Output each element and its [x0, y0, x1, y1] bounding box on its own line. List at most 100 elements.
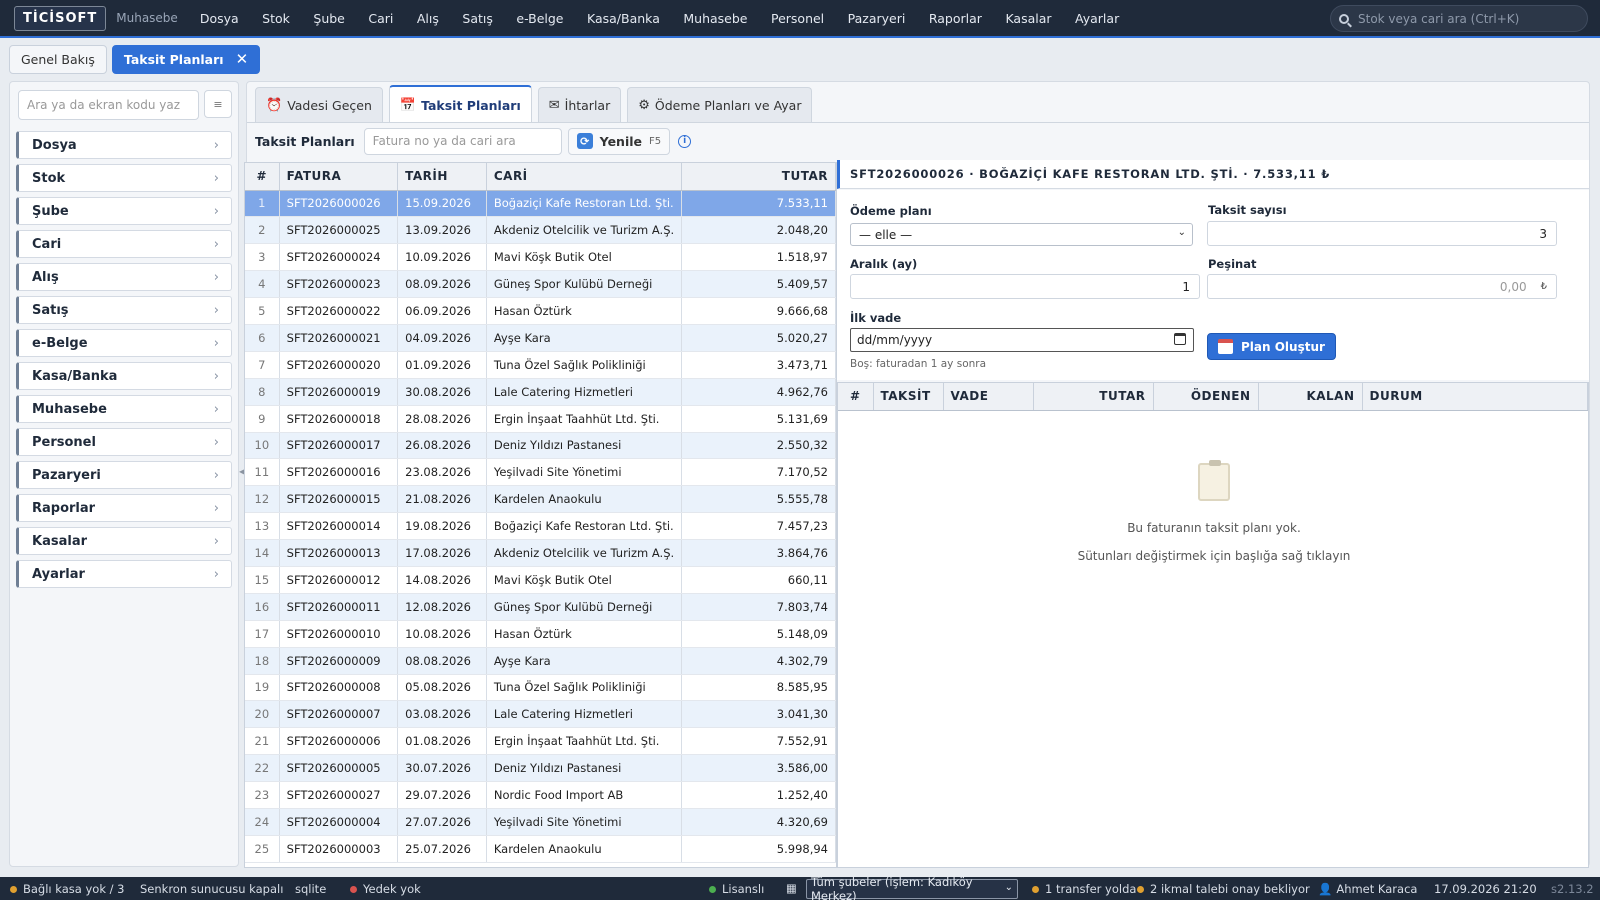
top-menu-stok[interactable]: Stok — [262, 11, 290, 26]
sidebar-item-e-belge[interactable]: e-Belge › — [16, 329, 232, 357]
table-row[interactable]: 14 SFT2026000013 17.08.2026 Akdeniz Otelcil… — [245, 539, 836, 567]
table-row[interactable]: 1 SFT2026000026 15.09.2026 Boğaziçi Kafe Re… — [245, 190, 836, 218]
status-user[interactable]: 👤 Ahmet Karaca — [1318, 882, 1417, 896]
table-row[interactable]: 3 SFT2026000024 10.09.2026 Mavi Köşk Butik … — [245, 243, 836, 272]
sidebar-search-input[interactable]: Ara ya da ekran kodu yaz — [18, 90, 199, 120]
branch-select[interactable]: Tüm şubeler (işlem: Kadıköy Merkez) ⌄ — [806, 875, 1018, 900]
sidebar-item-raporlar[interactable]: Raporlar › — [16, 494, 232, 522]
page-tab-installment-plans[interactable]: Taksit Planları ✕ — [111, 44, 261, 74]
tab-vadesi-gecen[interactable]: ⏰ Vadesi Geçen — [255, 87, 383, 123]
table-row[interactable]: 8 SFT2026000019 30.08.2026 Lale Catering Hi… — [245, 378, 836, 406]
table-row[interactable]: 10 SFT2026000017 26.08.2026 Deniz Yıldızı P… — [245, 432, 836, 460]
table-row[interactable]: 20 SFT2026000007 03.08.2026 Lale Catering H… — [245, 700, 836, 729]
top-menu-e-belge[interactable]: e-Belge — [516, 11, 563, 26]
top-menu-personel[interactable]: Personel — [771, 11, 824, 26]
top-menu-sube[interactable]: Şube — [313, 11, 344, 26]
sidebar-item-muhasebe[interactable]: Muhasebe › — [16, 395, 232, 423]
table-row[interactable]: 16 SFT2026000011 12.08.2026 Güneş Spor Kulü… — [245, 593, 836, 621]
schedule-column-durum[interactable]: DURUM — [1362, 383, 1588, 411]
table-row[interactable]: 2 SFT2026000025 13.09.2026 Akdeniz Otelcili… — [245, 216, 836, 245]
status-datetime-text: 17.09.2026 21:20 — [1434, 882, 1537, 896]
table-row[interactable]: 13 SFT2026000014 19.08.2026 Boğaziçi Kafe R… — [245, 512, 836, 541]
sidebar-item-kasalar[interactable]: Kasalar › — [16, 527, 232, 555]
top-menu-kasa-banka[interactable]: Kasa/Banka — [587, 11, 660, 26]
table-row[interactable]: 24 SFT2026000004 27.07.2026 Yeşilvadi Site … — [245, 808, 836, 836]
schedule-column-tutar[interactable]: TUTAR — [1033, 383, 1154, 411]
down-payment-input[interactable]: 0,00 ₺ — [1207, 274, 1557, 299]
status-transfer[interactable]: 1 transfer yolda — [1032, 882, 1136, 896]
table-row[interactable]: 19 SFT2026000008 05.08.2026 Tuna Özel Sağlı… — [245, 674, 836, 702]
table-row[interactable]: 12 SFT2026000015 21.08.2026 Kardelen Anaoku… — [245, 485, 836, 514]
installment-count-input[interactable]: 3 — [1207, 221, 1557, 246]
sidebar-item-kasa-banka[interactable]: Kasa/Banka › — [16, 362, 232, 390]
table-row[interactable]: 11 SFT2026000016 23.08.2026 Yeşilvadi Site … — [245, 458, 836, 487]
table-row[interactable]: 4 SFT2026000023 08.09.2026 Güneş Spor Kulüb… — [245, 270, 836, 299]
global-search-input[interactable]: Stok veya cari ara (Ctrl+K) — [1330, 5, 1588, 32]
column-header-cari[interactable]: CARİ — [486, 163, 683, 191]
sidebar-item-stok[interactable]: Stok › — [16, 164, 232, 192]
table-row[interactable]: 22 SFT2026000005 30.07.2026 Deniz Yıldızı P… — [245, 754, 836, 783]
sidebar-item-label: Kasalar — [32, 533, 87, 549]
schedule-column-index[interactable]: # — [838, 383, 874, 411]
tab-odeme-planlari-ve-ayar[interactable]: ⚙ Ödeme Planları ve Ayar — [627, 87, 813, 123]
schedule-column-vade[interactable]: VADE — [943, 383, 1034, 411]
refresh-button[interactable]: ⟳ Yenile F5 — [567, 127, 671, 155]
column-header-tutar[interactable]: TUTAR — [681, 163, 836, 191]
top-menu-pazaryeri[interactable]: Pazaryeri — [848, 11, 906, 26]
payment-plan-select[interactable]: — elle — ⌄ — [850, 223, 1193, 246]
table-row[interactable]: 21 SFT2026000006 01.08.2026 Ergin İnşaat Ta… — [245, 727, 836, 756]
menu-toggle-icon[interactable]: ≡ — [204, 90, 232, 118]
top-menu-ayarlar[interactable]: Ayarlar — [1075, 11, 1119, 26]
sidebar-item-dosya[interactable]: Dosya › — [16, 131, 232, 159]
invoice-amount: 5.131,69 — [681, 405, 836, 433]
table-row[interactable]: 7 SFT2026000020 01.09.2026 Tuna Özel Sağlık… — [245, 351, 836, 379]
status-supply[interactable]: 2 ikmal talebi onay bekliyor — [1137, 882, 1310, 896]
page-tab-overview[interactable]: Genel Bakış — [9, 44, 107, 74]
create-plan-button[interactable]: Plan Oluştur — [1207, 333, 1336, 360]
top-menu-alis[interactable]: Alış — [417, 11, 439, 26]
close-icon[interactable]: ✕ — [236, 50, 249, 68]
content-tabs: ⏰ Vadesi Geçen 📅 Taksit Planları ✉ İhtarlar ⚙ Ö… — [255, 85, 818, 123]
first-due-placeholder: dd/mm/yyyy — [857, 333, 933, 347]
top-menu-cari[interactable]: Cari — [368, 11, 393, 26]
calendar-icon[interactable] — [1174, 333, 1186, 345]
column-header-index[interactable]: # — [245, 163, 280, 191]
table-row[interactable]: 25 SFT2026000003 25.07.2026 Kardelen Anaoku… — [245, 835, 836, 863]
app-logo[interactable]: TİCİSOFT — [14, 5, 107, 31]
table-row[interactable]: 23 SFT2026000027 29.07.2026 Nordic Food Imp… — [245, 781, 836, 809]
chevron-right-icon: › — [213, 368, 219, 384]
invoice-search-input[interactable]: Fatura no ya da cari ara — [363, 127, 562, 155]
table-row[interactable]: 18 SFT2026000009 08.08.2026 Ayşe Kara 4.302,… — [245, 647, 836, 675]
table-row[interactable]: 17 SFT2026000010 10.08.2026 Hasan Öztürk 5.1… — [245, 620, 836, 648]
first-due-date-input[interactable]: dd/mm/yyyy — [850, 328, 1194, 352]
top-menu-satis[interactable]: Satış — [462, 11, 492, 26]
sidebar-item-pazaryeri[interactable]: Pazaryeri › — [16, 461, 232, 489]
sidebar-item-sube[interactable]: Şube › — [16, 197, 232, 225]
table-row[interactable]: 15 SFT2026000012 14.08.2026 Mavi Köşk Butik… — [245, 566, 836, 594]
sidebar-item-satis[interactable]: Satış › — [16, 296, 232, 324]
sidebar-item-personel[interactable]: Personel › — [16, 428, 232, 456]
top-menu-muhasebe[interactable]: Muhasebe — [683, 11, 747, 26]
interval-input[interactable]: 1 — [850, 274, 1200, 299]
table-row[interactable]: 9 SFT2026000018 28.08.2026 Ergin İnşaat Taa… — [245, 405, 836, 433]
sidebar-item-cari[interactable]: Cari › — [16, 230, 232, 258]
sidebar-item-ayarlar[interactable]: Ayarlar › — [16, 560, 232, 588]
sidebar-item-alis[interactable]: Alış › — [16, 263, 232, 291]
invoice-date: 08.08.2026 — [397, 647, 487, 675]
schedule-column-odenen[interactable]: ÖDENEN — [1153, 383, 1259, 411]
table-row[interactable]: 5 SFT2026000022 06.09.2026 Hasan Öztürk 9.66… — [245, 297, 836, 325]
customer-name: Güneş Spor Kulübü Derneği — [486, 270, 683, 299]
table-row[interactable]: 6 SFT2026000021 04.09.2026 Ayşe Kara 5.020,2… — [245, 324, 836, 352]
interval-label: Aralık (ay) — [850, 257, 918, 271]
top-menu-raporlar[interactable]: Raporlar — [929, 11, 982, 26]
schedule-column-taksi-t[interactable]: TAKSİT — [873, 383, 944, 411]
top-menu-kasalar[interactable]: Kasalar — [1005, 11, 1051, 26]
column-header-fatura[interactable]: FATURA — [279, 163, 399, 191]
tab-taksit-planlari[interactable]: 📅 Taksit Planları — [388, 85, 532, 123]
info-icon[interactable]: i — [678, 134, 692, 148]
schedule-column-kalan[interactable]: KALAN — [1258, 383, 1363, 411]
invoice-number: SFT2026000011 — [279, 593, 399, 621]
tab-i-htarlar[interactable]: ✉ İhtarlar — [537, 87, 622, 123]
top-menu-dosya[interactable]: Dosya — [200, 11, 239, 26]
column-header-tari-h[interactable]: TARİH — [397, 163, 487, 191]
